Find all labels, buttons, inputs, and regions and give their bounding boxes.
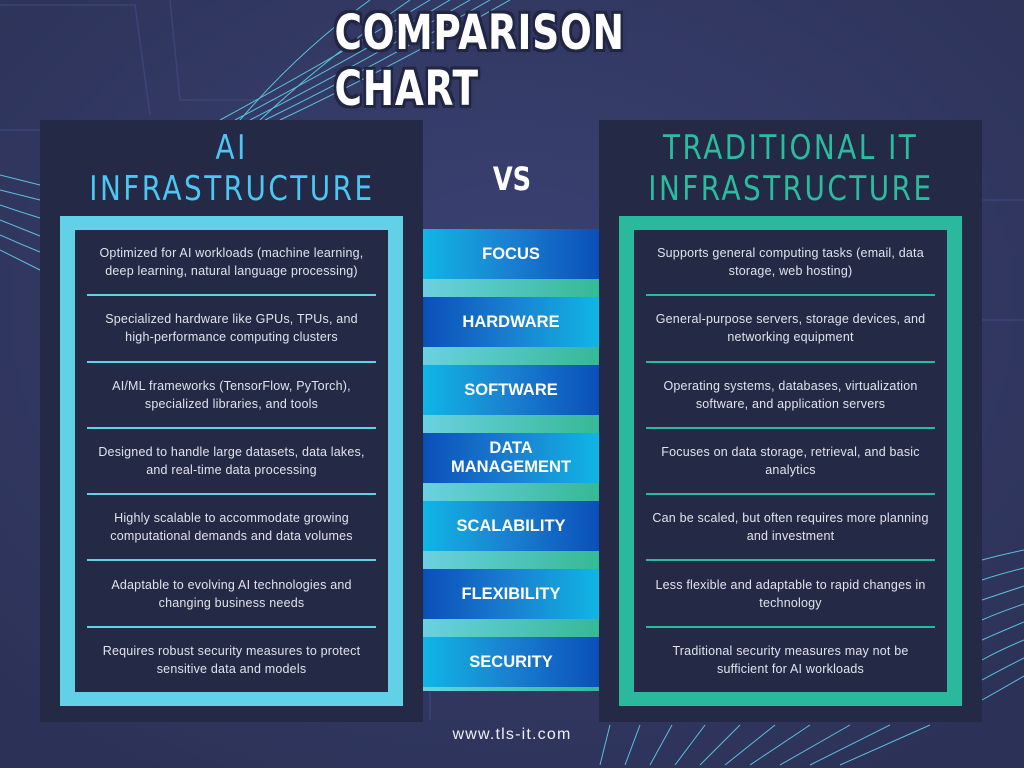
ai-item-focus: Optimized for AI workloads (machine lear…: [99, 246, 364, 279]
category-hardware: HARDWARE: [423, 297, 599, 347]
heading-line-1: TRADITIONAL IT: [662, 128, 919, 168]
traditional-items-frame: Supports general computing tasks (email,…: [619, 216, 962, 706]
category-flexibility: FLEXIBILITY: [423, 569, 599, 619]
category-security: SECURITY: [423, 637, 599, 687]
traditional-item-focus: Supports general computing tasks (email,…: [657, 246, 924, 279]
category-software: SOFTWARE: [423, 365, 599, 415]
website-link[interactable]: www.tls-it.com: [0, 726, 1024, 744]
traditional-item-data-management: Focuses on data storage, retrieval, and …: [661, 444, 920, 477]
ai-items-frame: Optimized for AI workloads (machine lear…: [60, 216, 403, 706]
category-focus: FOCUS: [423, 229, 599, 279]
traditional-it-panel: TRADITIONAL IT INFRASTRUCTURE Supports g…: [599, 120, 982, 722]
ai-item-scalability: Highly scalable to accommodate growing c…: [110, 511, 353, 544]
traditional-item-hardware: General-purpose servers, storage devices…: [655, 312, 926, 345]
heading-line-2: INFRASTRUCTURE: [647, 169, 934, 209]
ai-infrastructure-panel: AI INFRASTRUCTURE Optimized for AI workl…: [40, 120, 423, 722]
traditional-it-heading: TRADITIONAL IT INFRASTRUCTURE: [599, 128, 982, 210]
heading-line-1: AI: [215, 128, 248, 168]
heading-line-2: INFRASTRUCTURE: [88, 169, 375, 209]
ai-item-security: Requires robust security measures to pro…: [102, 643, 361, 676]
vs-label: VS: [492, 160, 532, 198]
ai-item-flexibility: Adaptable to evolving AI technologies an…: [111, 577, 352, 610]
traditional-item-software: Operating systems, databases, virtualiza…: [663, 378, 918, 411]
traditional-item-flexibility: Less flexible and adaptable to rapid cha…: [655, 577, 926, 610]
category-column: FOCUS HARDWARE SOFTWARE DATA MANAGEMENT …: [423, 229, 599, 691]
traditional-item-security: Traditional security measures may not be…: [672, 643, 909, 676]
traditional-item-scalability: Can be scaled, but often requires more p…: [652, 511, 929, 544]
ai-infrastructure-heading: AI INFRASTRUCTURE: [40, 128, 423, 210]
category-scalability: SCALABILITY: [423, 501, 599, 551]
category-data-management: DATA MANAGEMENT: [423, 433, 599, 483]
page-title: COMPARISON CHART: [334, 5, 625, 117]
ai-item-software: AI/ML frameworks (TensorFlow, PyTorch), …: [112, 378, 351, 411]
ai-item-hardware: Specialized hardware like GPUs, TPUs, an…: [105, 312, 358, 345]
ai-item-data-management: Designed to handle large datasets, data …: [98, 444, 365, 477]
